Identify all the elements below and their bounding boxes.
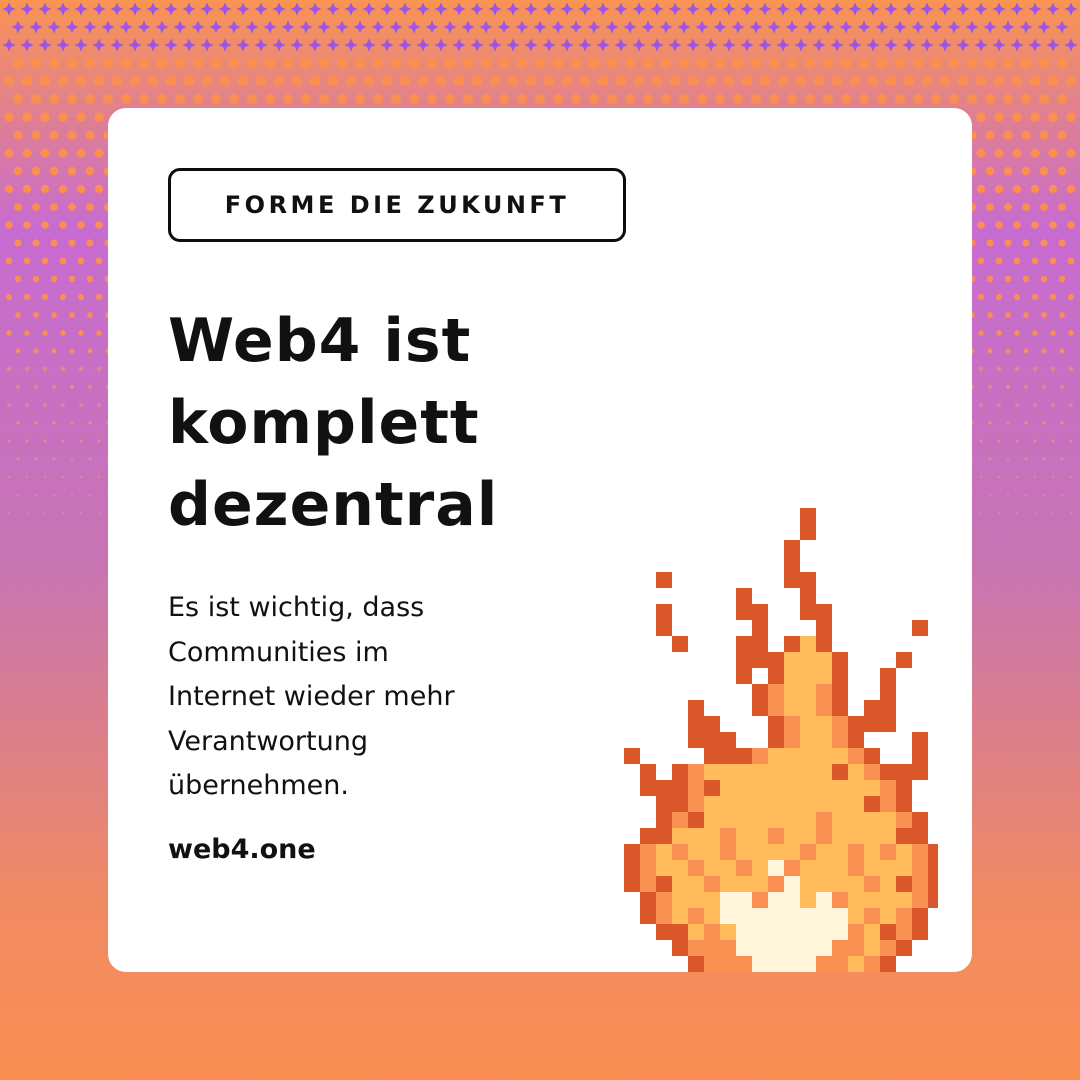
headline-line: komplett xyxy=(168,388,480,458)
website-url: web4.one xyxy=(168,834,316,865)
body-text: Es ist wichtig, dass Communities im Inte… xyxy=(168,586,568,809)
post-card: FORME DIE ZUKUNFT Web4 ist komplett deze… xyxy=(108,108,972,972)
body-line: Es ist wichtig, dass xyxy=(168,592,425,623)
body-line: übernehmen. xyxy=(168,770,349,801)
pixel-flame-icon xyxy=(624,508,938,972)
body-line: Internet wieder mehr xyxy=(168,681,455,712)
body-line: Verantwortung xyxy=(168,725,368,757)
tagline-label: FORME DIE ZUKUNFT xyxy=(224,191,570,219)
tagline-badge: FORME DIE ZUKUNFT xyxy=(168,168,626,242)
body-line: Communities im xyxy=(168,636,389,668)
headline-line: Web4 ist xyxy=(168,306,472,376)
